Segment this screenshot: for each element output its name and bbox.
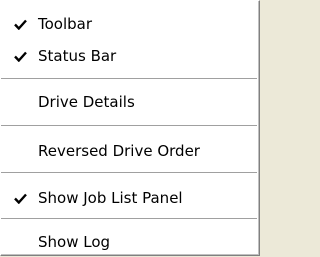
menu-separator <box>1 172 257 173</box>
menu-item-show-log[interactable]: Show Log <box>1 227 257 257</box>
menu-item-drive-details[interactable]: Drive Details <box>1 87 257 117</box>
menu-item-status-bar[interactable]: Status Bar <box>1 41 257 71</box>
menu-item-toolbar[interactable]: Toolbar <box>1 9 257 39</box>
menu-item-reversed-drive-order[interactable]: Reversed Drive Order <box>1 136 257 166</box>
menu-separator <box>1 78 257 79</box>
checkmark-icon <box>11 41 29 71</box>
menu-item-label: Reversed Drive Order <box>38 142 200 160</box>
menu-item-label: Show Job List Panel <box>38 189 183 207</box>
checkmark-icon <box>11 9 29 39</box>
menu-item-show-job-list-panel[interactable]: Show Job List Panel <box>1 183 257 213</box>
menu-item-label: Show Log <box>38 233 111 251</box>
context-menu: Toolbar Status Bar Drive Details Reverse… <box>0 0 260 256</box>
menu-item-label: Toolbar <box>38 15 93 33</box>
checkmark-icon <box>11 183 29 213</box>
menu-item-label: Status Bar <box>38 47 117 65</box>
menu-separator <box>1 218 257 219</box>
menu-separator <box>1 125 257 126</box>
menu-item-label: Drive Details <box>38 93 135 111</box>
